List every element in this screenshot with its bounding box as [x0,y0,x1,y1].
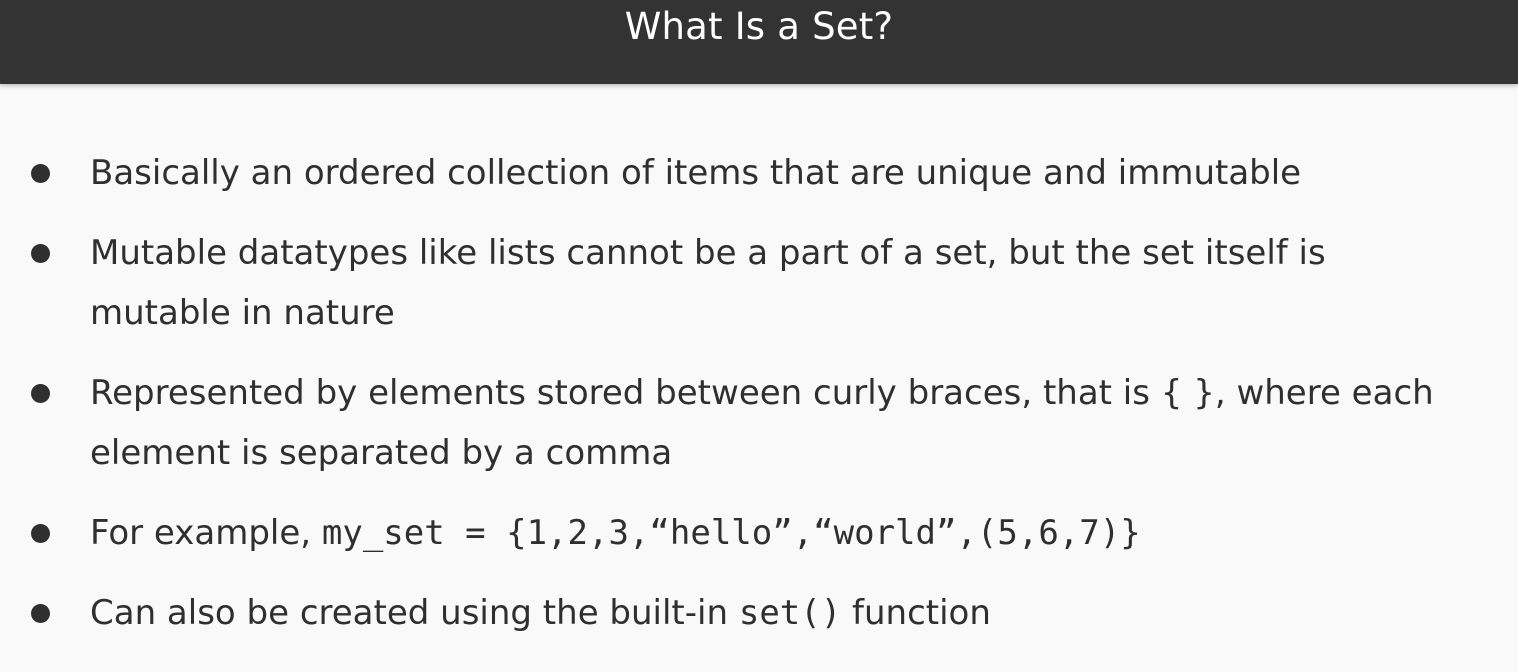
bullet-dot-3 [31,384,50,403]
bullet-2: Mutable datatypes like lists cannot be a… [90,223,1500,343]
bullet-2-line-2: mutable in nature [90,293,395,333]
bullet-5-prefix: Can also be created using the built-in [90,593,739,633]
bullet-1: Basically an ordered collection of items… [90,143,1500,203]
bullet-3: Represented by elements stored between c… [90,363,1500,483]
bullet-4-code: my_set = {1,2,3,“hello”,“world”,(5,6,7)} [321,513,1141,553]
bullet-dot-5 [31,604,50,623]
bullet-3-line-1: Represented by elements stored between c… [90,373,1434,413]
bullet-dot-2 [31,244,50,263]
bullet-4: For example, my_set = {1,2,3,“hello”,“wo… [90,503,1500,563]
bullet-5: Can also be created using the built-in s… [90,583,1500,643]
bullet-3-line-2: element is separated by a comma [90,433,673,473]
bullet-5-code: set() [738,593,842,633]
bullet-dot-4 [31,524,50,543]
bullet-1-text: Basically an ordered collection of items… [90,153,1302,193]
bullet-4-prefix: For example, [90,513,322,553]
bullet-2-line-1: Mutable datatypes like lists cannot be a… [90,233,1326,273]
bullet-list: Basically an ordered collection of items… [0,0,1518,672]
bullet-dot-1 [31,164,50,183]
bullet-5-suffix: function [841,593,991,633]
